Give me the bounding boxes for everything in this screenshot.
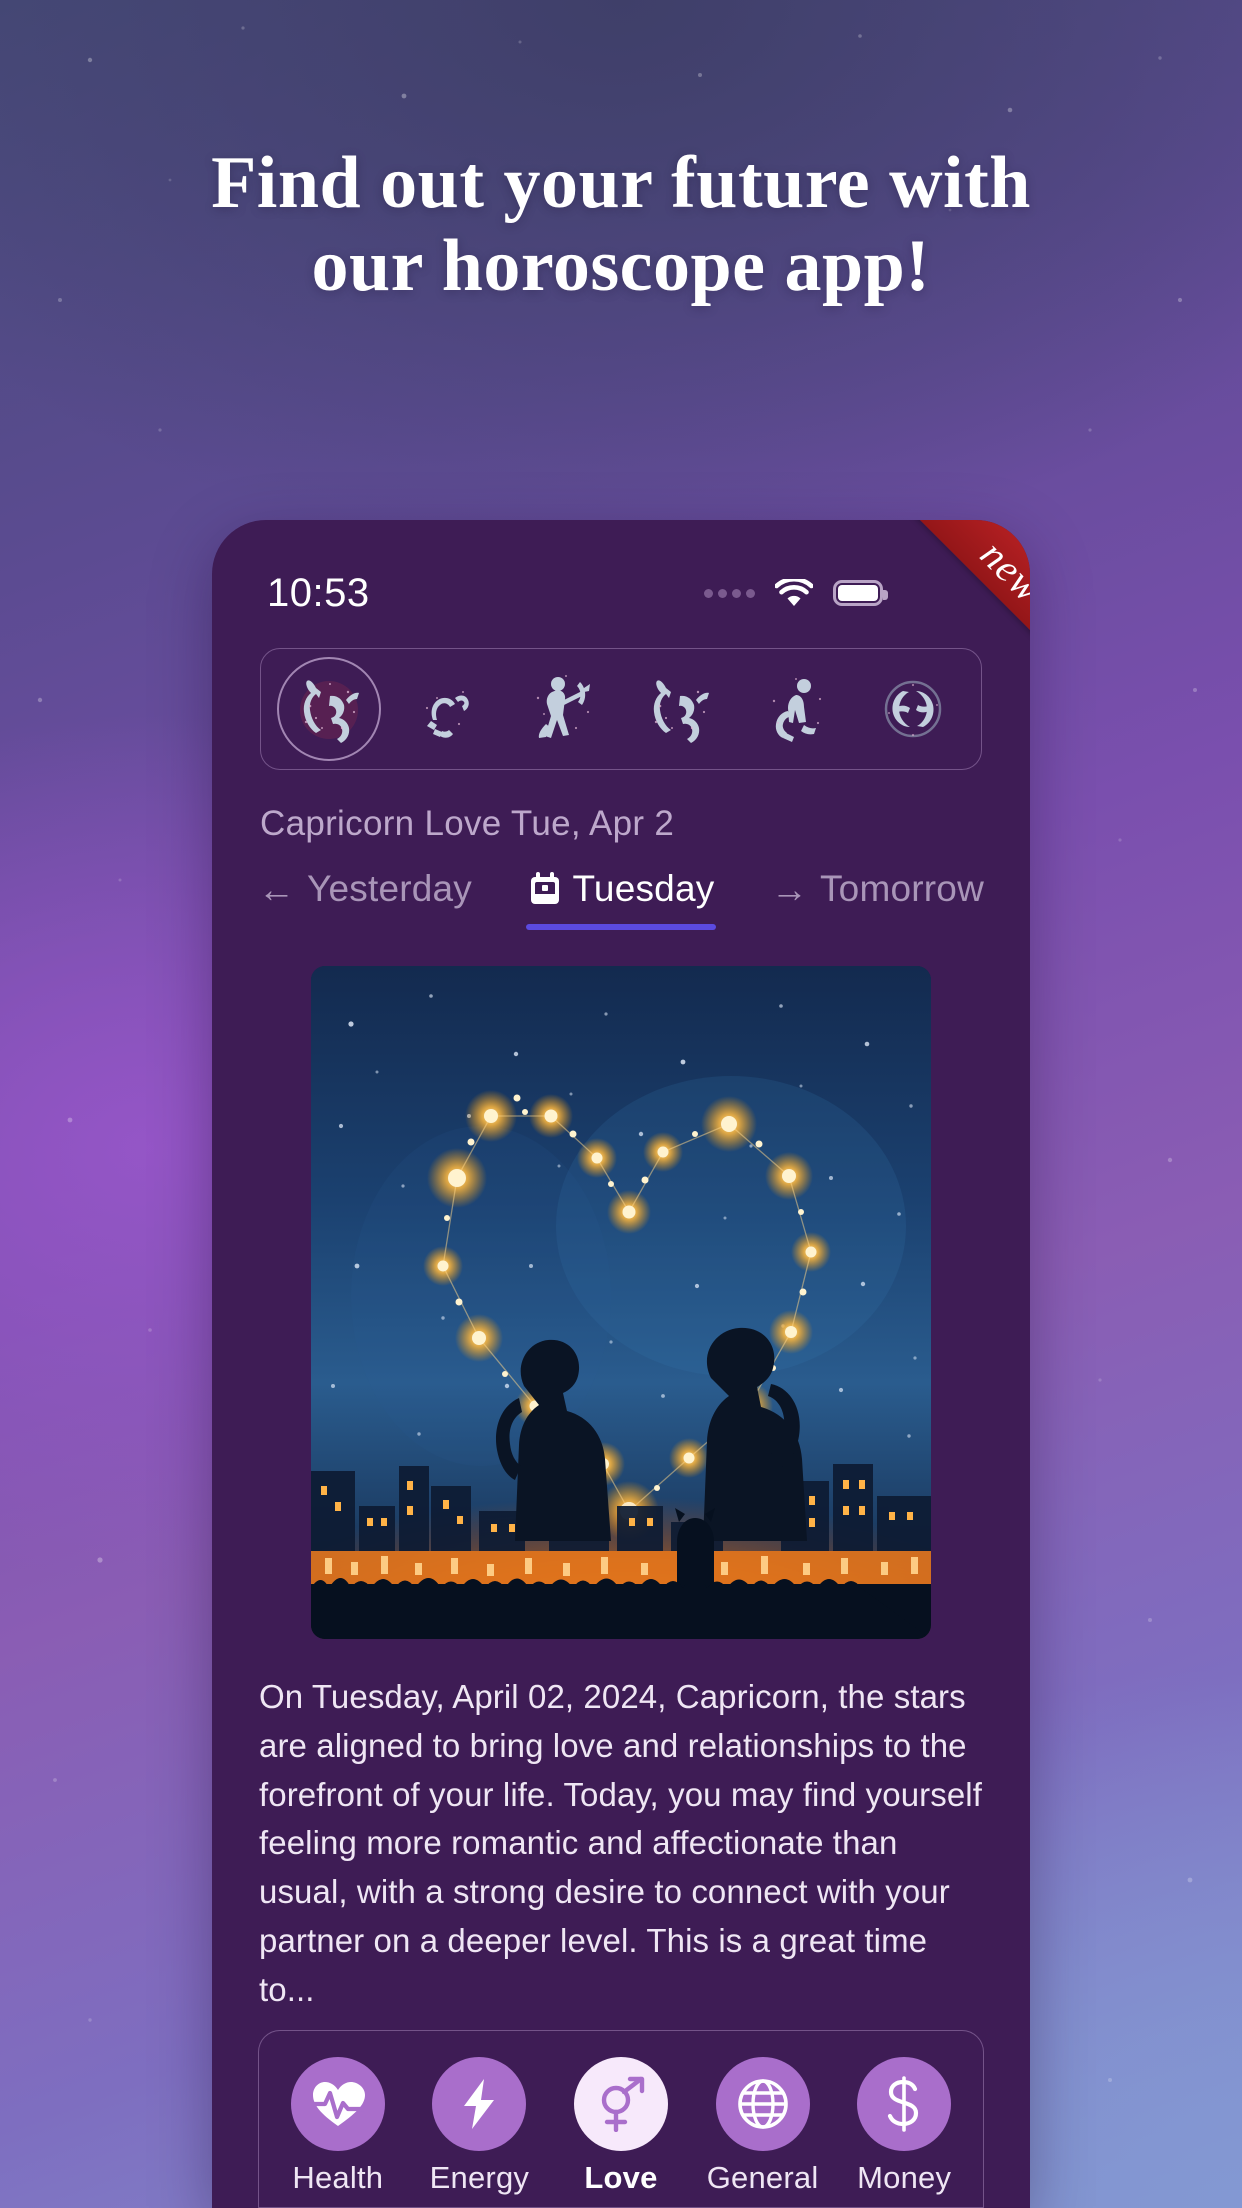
tab-tuesday[interactable]: Tuesday [526,868,717,944]
status-bar: 10:53 [212,520,1030,640]
nav-circle-energy [432,2056,527,2151]
signal-dots-icon [704,588,755,598]
nav-circle-money [857,2056,952,2151]
bottom-navigation: Health Energy Love General Money [258,2030,984,2208]
lightning-bolt-icon [464,2078,495,2129]
day-navigation-tabs: ← Yesterday Tuesday → Tomorrow [258,868,984,944]
tab-active-underline [526,924,717,930]
scorpio-icon [425,691,469,738]
nav-label-money: Money [857,2159,952,2195]
status-icon-group [704,579,978,607]
capricorn-icon [654,680,710,743]
nav-label-energy: Energy [429,2159,530,2195]
nav-item-love[interactable]: Love [557,2056,685,2196]
nav-circle-general [715,2056,810,2151]
dollar-icon [888,2075,919,2132]
horoscope-subtitle: Capricorn Love Tue, Apr 2 [260,804,675,843]
calendar-icon [530,872,559,904]
tab-yesterday-label: Yesterday [307,868,472,909]
zodiac-selector[interactable] [260,648,982,770]
battery-full-icon [833,580,888,606]
sagittarius-icon [536,675,590,738]
nav-circle-love [573,2056,668,2151]
nav-item-health[interactable]: Health [274,2056,402,2196]
arrow-left-icon: ← [258,868,295,910]
tab-tomorrow-label: Tomorrow [819,868,984,909]
headline-line-2: our horoscope app! [311,224,931,307]
nav-label-general: General [706,2159,819,2195]
aquarius-icon [772,678,822,742]
zodiac-sign-sagittarius[interactable] [511,657,615,761]
wifi-icon [775,579,813,606]
nav-label-health: Health [292,2159,384,2195]
globe-icon [737,2078,788,2129]
heart-pulse-icon [310,2081,365,2126]
mars-venus-icon [601,2076,645,2132]
nav-item-energy[interactable]: Energy [415,2056,543,2196]
page-title: Find out your future with our horoscope … [0,142,1242,308]
tab-tomorrow[interactable]: → Tomorrow [771,868,984,924]
nav-item-money[interactable]: Money [840,2056,968,2196]
tab-yesterday[interactable]: ← Yesterday [258,868,472,924]
horoscope-reading-text: On Tuesday, April 02, 2024, Capricorn, t… [259,1678,982,2008]
phone-mockup: new 10:53 Capricorn Love Tue, Apr 2 ← Ye… [212,520,1030,2208]
zodiac-sign-aquarius[interactable] [744,657,848,761]
nav-item-general[interactable]: General [699,2056,827,2196]
zodiac-sign-capricorn[interactable] [277,657,382,761]
nav-label-love: Love [584,2159,658,2195]
zodiac-sign-pisces[interactable] [861,657,965,761]
headline-line-1: Find out your future with [211,142,1031,224]
zodiac-sign-capricorn-2[interactable] [627,657,731,761]
pisces-icon [884,680,941,738]
zodiac-sign-scorpio[interactable] [394,657,498,761]
status-clock: 10:53 [267,570,370,615]
tab-tuesday-label: Tuesday [572,868,715,909]
horoscope-hero-image [311,966,931,1639]
capricorn-icon [300,680,360,743]
arrow-right-icon: → [770,868,808,910]
nav-circle-health [290,2056,385,2151]
